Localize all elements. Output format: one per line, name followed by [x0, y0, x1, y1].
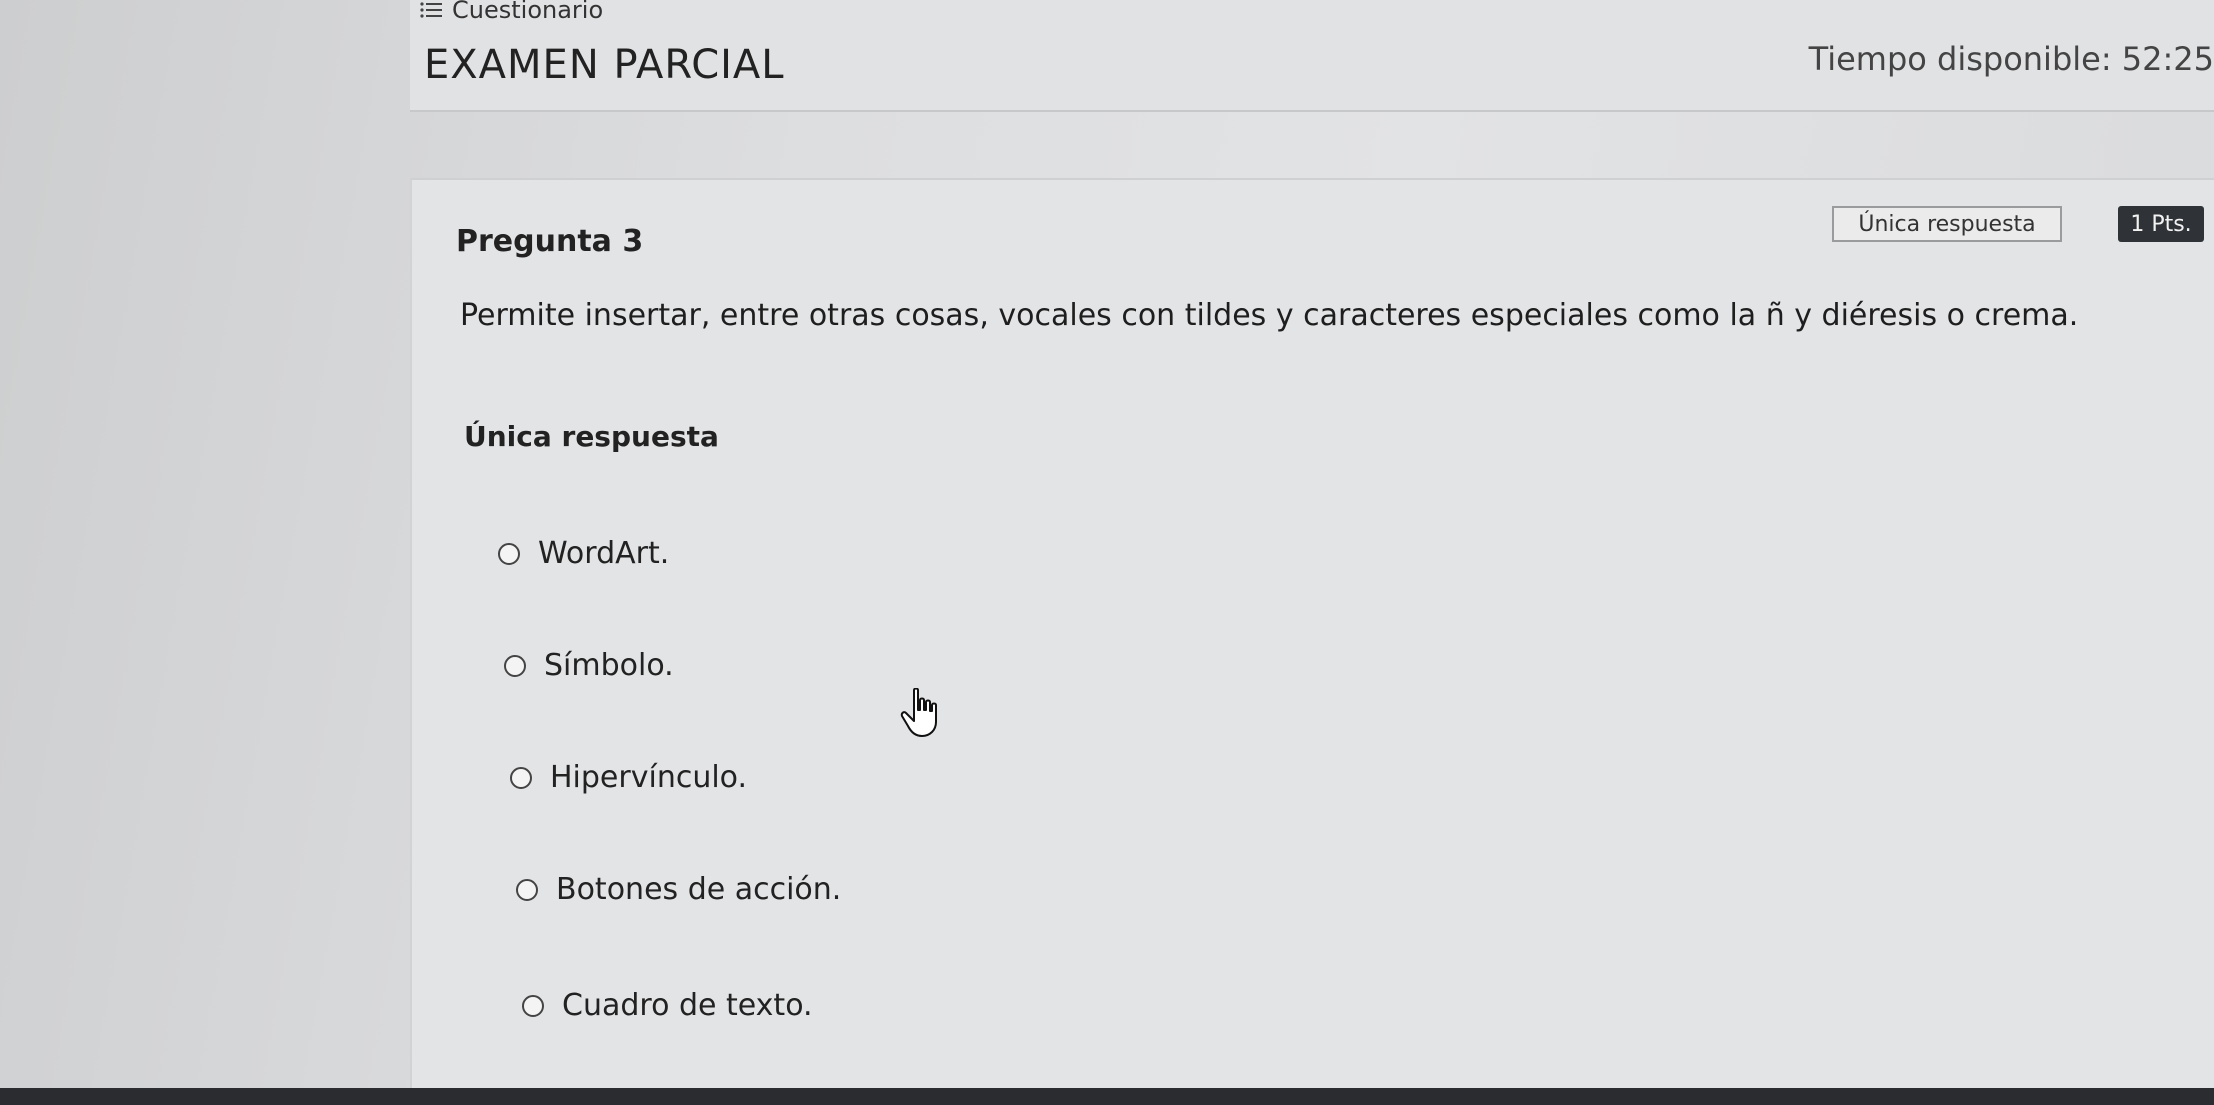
answer-option[interactable]: Hipervínculo.: [510, 760, 747, 795]
answer-option-label[interactable]: Hipervínculo.: [550, 760, 747, 795]
radio-button[interactable]: [498, 542, 520, 565]
list-icon: [420, 1, 442, 19]
breadcrumb-label[interactable]: Cuestionario: [452, 0, 603, 24]
answer-option-label[interactable]: Botones de acción.: [556, 872, 841, 907]
quiz-page: Cuestionario EXAMEN PARCIAL Tiempo dispo…: [0, 0, 2214, 1105]
answer-option[interactable]: WordArt.: [498, 536, 669, 571]
taskbar-edge: [0, 1088, 2214, 1105]
question-type-badge: Única respuesta: [1832, 206, 2062, 242]
answer-option-label[interactable]: Cuadro de texto.: [562, 988, 813, 1023]
question-card: Pregunta 3 Única respuesta 1 Pts. Permit…: [410, 178, 2214, 1105]
breadcrumb[interactable]: Cuestionario: [420, 0, 603, 24]
hand-cursor-icon: [900, 687, 944, 742]
answer-option[interactable]: Símbolo.: [504, 648, 674, 683]
radio-button[interactable]: [510, 766, 532, 789]
exam-header: Cuestionario EXAMEN PARCIAL Tiempo dispo…: [410, 0, 2214, 112]
answer-option[interactable]: Cuadro de texto.: [522, 988, 813, 1023]
radio-button[interactable]: [504, 654, 526, 677]
question-number: Pregunta 3: [456, 224, 644, 259]
time-remaining: Tiempo disponible: 52:25: [1808, 40, 2214, 78]
question-text: Permite insertar, entre otras cosas, voc…: [460, 298, 2079, 333]
radio-button[interactable]: [522, 994, 544, 1017]
answer-type-heading: Única respuesta: [464, 420, 719, 453]
answer-option[interactable]: Botones de acción.: [516, 872, 841, 907]
radio-button[interactable]: [516, 878, 538, 901]
answer-option-label[interactable]: WordArt.: [538, 536, 669, 571]
exam-title: EXAMEN PARCIAL: [424, 42, 785, 88]
answer-option-label[interactable]: Símbolo.: [544, 648, 674, 683]
points-badge: 1 Pts.: [2118, 206, 2204, 242]
